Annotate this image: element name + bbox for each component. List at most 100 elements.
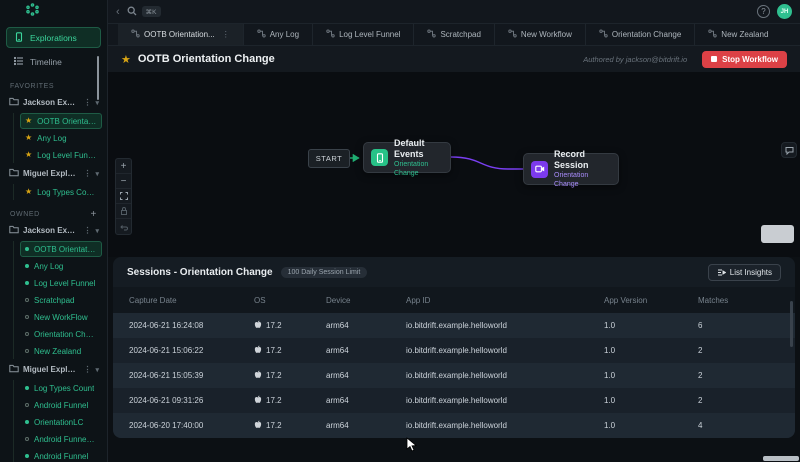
tree-item[interactable]: Android Funnel [20,448,102,462]
tree-item[interactable]: Log Level Funnel [20,275,102,291]
column-header-device: Device [326,296,406,305]
folder-items: ★ OOTB Orientation ... ★Any Log★Log Level … [13,113,107,163]
tab-label: Any Log [270,30,299,39]
tab-ootb-orientation-[interactable]: OOTB Orientation...⋮ [118,24,243,45]
star-icon: ★ [25,188,32,196]
table-row[interactable]: 2024-06-21 09:31:2617.2arm64io.bitdrift.… [113,388,795,413]
cell-os: 17.2 [254,395,326,406]
tab-new-zealand[interactable]: New Zealand [694,24,781,45]
tree-item[interactable]: ★Log Types Count [20,184,102,200]
tree-item-label: OOTB Orientation ... [37,117,97,126]
tab-kebab-icon[interactable]: ⋮ [222,30,230,39]
workflow-tab-icon [131,29,140,40]
tree-item[interactable]: Log Types Count [20,380,102,396]
workflow-canvas[interactable]: + − START Def [108,72,800,257]
video-icon [531,161,548,178]
table-row[interactable]: 2024-06-21 15:06:2217.2arm64io.bitdrift.… [113,338,795,363]
folder-items: ★Log Types Count [13,184,107,200]
tab-new-workflow[interactable]: New Workflow [494,24,585,45]
horizontal-scrollbar[interactable] [763,456,799,461]
chevron-down-icon[interactable]: ▾ [95,366,99,374]
workflow-tab-icon [599,29,608,40]
tab-log-level-funnel[interactable]: Log Level Funnel [312,24,413,45]
apple-icon [254,345,262,356]
comment-panel-button[interactable] [781,142,797,158]
zoom-in-button[interactable]: + [116,159,131,174]
folder-kebab-icon[interactable]: ⋮ [83,226,91,235]
tree-item[interactable]: ★Any Log [20,130,102,146]
add-folder-icon[interactable]: + [91,211,97,218]
stop-workflow-button[interactable]: Stop Workflow [702,51,787,68]
tree-item-label: Any Log [34,262,63,271]
chevron-down-icon[interactable]: ▾ [95,170,99,178]
tree-item-label: Log Level Funnel [34,279,95,288]
tab-orientation-change[interactable]: Orientation Change [585,24,694,45]
folder-kebab-icon[interactable]: ⋮ [83,98,91,107]
cell-capture-date: 2024-06-20 17:40:00 [129,421,254,430]
cell-app-version: 1.0 [604,421,698,430]
cell-os: 17.2 [254,345,326,356]
tree-item[interactable]: Android Funnel [20,397,102,413]
cell-matches: 4 [698,421,756,430]
table-header-row: Capture DateOSDeviceApp IDApp VersionMat… [113,287,795,313]
tree-item[interactable]: New Zealand [20,343,102,359]
sidebar-nav: Explorations Timeline [0,27,107,72]
cell-app-id: io.bitdrift.example.helloworld [406,421,604,430]
help-icon[interactable]: ? [757,5,770,18]
explorations-icon [14,32,24,44]
tree-item[interactable]: New WorkFlow [20,309,102,325]
cell-app-id: io.bitdrift.example.helloworld [406,346,604,355]
tree-item[interactable]: ★ OOTB Orientation ... [20,113,102,129]
folder-row[interactable]: Miguel Explorati...⋮▾ [0,164,107,183]
table-scrollbar[interactable] [790,301,793,347]
sidebar-item-explorations[interactable]: Explorations [6,27,101,48]
topbar: ‹ ⌘K ? JH [108,0,800,24]
avatar[interactable]: JH [777,4,792,19]
os-version: 17.2 [266,396,282,405]
chevron-down-icon[interactable]: ▾ [95,227,99,235]
cell-actions [756,396,795,406]
start-node[interactable]: START [308,149,350,168]
folder-kebab-icon[interactable]: ⋮ [83,365,91,374]
tree-item[interactable]: OrientationLC [20,414,102,430]
sidebar-item-timeline[interactable]: Timeline [6,51,101,72]
filled-dot-icon [25,454,29,458]
undo-button[interactable] [116,219,131,234]
sidebar-scrollbar[interactable] [97,56,99,100]
zoom-out-button[interactable]: − [116,174,131,189]
fit-view-button[interactable] [116,189,131,204]
tree-item[interactable]: Scratchpad [20,292,102,308]
apple-icon [254,320,262,331]
folder-row[interactable]: Jackson Explor...⋮▾ [0,93,107,112]
tree-item[interactable]: Orientation Change [20,326,102,342]
tree-item[interactable]: Android Funneses... [20,431,102,447]
tree-item[interactable]: Any Log [20,258,102,274]
column-header-app-id: App ID [406,296,604,305]
workflow-node-record-session[interactable]: Record SessionOrientation Change [523,153,619,185]
star-icon: ★ [25,117,32,125]
table-row[interactable]: 2024-06-21 15:05:3917.2arm64io.bitdrift.… [113,363,795,388]
cell-matches: 2 [698,346,756,355]
sidebar-collapse-button[interactable]: ‹ [116,7,120,17]
search-input[interactable]: ⌘K [127,3,161,21]
favorite-star-icon[interactable]: ★ [121,53,131,66]
os-version: 17.2 [266,321,282,330]
session-limit-badge: 100 Daily Session Limit [281,267,368,278]
tab-any-log[interactable]: Any Log [243,24,312,45]
column-header-app-version: App Version [604,296,698,305]
apple-icon [254,395,262,406]
workflow-node-default-events[interactable]: Default EventsOrientation Change [363,142,451,173]
table-row[interactable]: 2024-06-21 16:24:0817.2arm64io.bitdrift.… [113,313,795,338]
lock-button[interactable] [116,204,131,219]
table-row[interactable]: 2024-06-20 17:40:0017.2arm64io.bitdrift.… [113,413,795,438]
folder-kebab-icon[interactable]: ⋮ [83,169,91,178]
table-body: 2024-06-21 16:24:0817.2arm64io.bitdrift.… [113,313,795,438]
folder-row[interactable]: Jackson Explor...⋮▾ [0,221,107,240]
tab-scratchpad[interactable]: Scratchpad [413,24,493,45]
folder-row[interactable]: Miguel Explorati...⋮▾ [0,360,107,379]
list-insights-button[interactable]: List Insights [708,264,781,281]
tree-item[interactable]: OOTB Orientation... [20,241,102,257]
authored-by-text: Authored by jackson@bitdrift.io [583,55,687,64]
tree-item[interactable]: ★Log Level Funnel [20,147,102,163]
filled-dot-icon [25,386,29,390]
